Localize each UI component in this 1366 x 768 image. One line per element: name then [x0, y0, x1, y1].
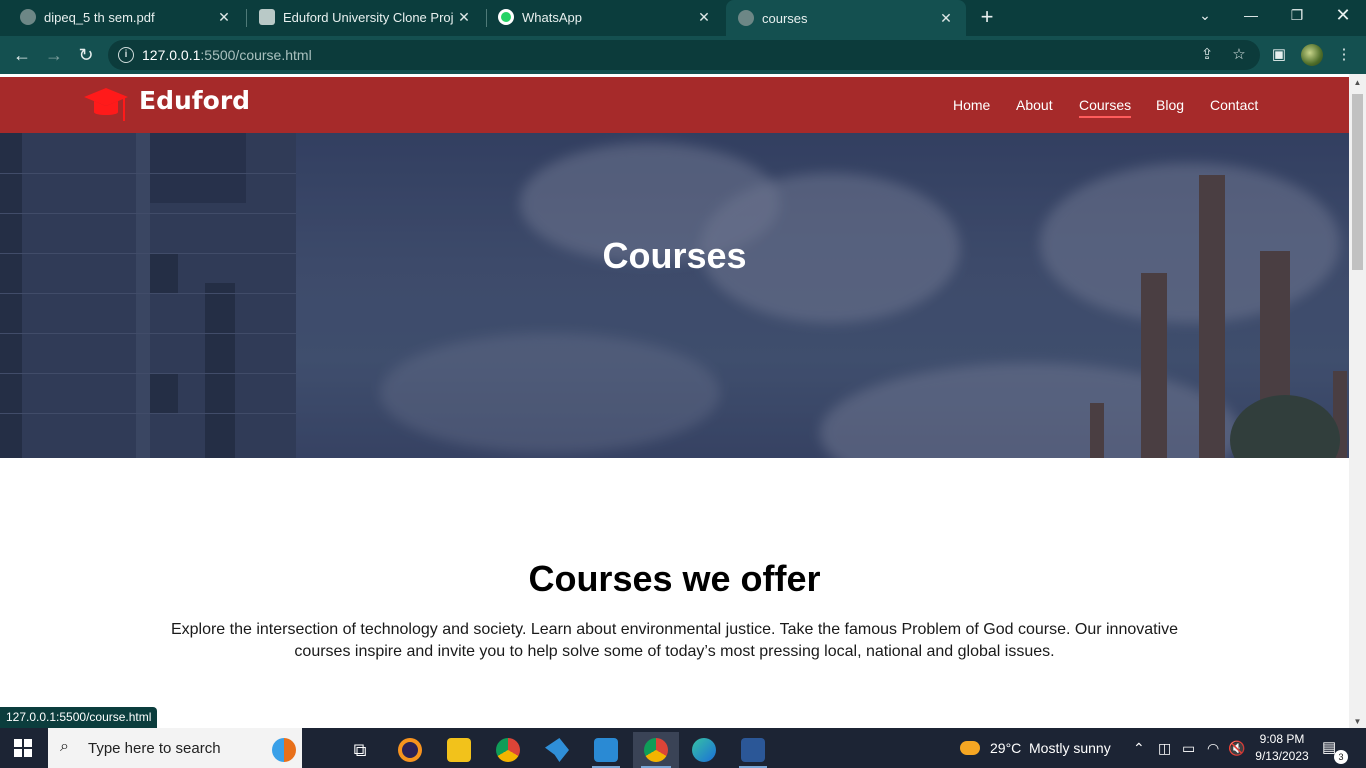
close-icon[interactable]: ✕ [936, 10, 956, 27]
tray-chevron-up-icon[interactable]: ⌃ [1133, 728, 1147, 768]
word-app-icon[interactable] [731, 732, 775, 768]
minimize-button[interactable]: — [1228, 0, 1274, 32]
url-host: 127.0.0.1 [142, 47, 201, 63]
globe-icon [738, 10, 754, 26]
search-icon: ⌕ [60, 738, 69, 755]
close-icon[interactable]: ✕ [694, 9, 714, 26]
battery-icon[interactable]: ▭ [1182, 728, 1198, 768]
file-explorer-icon[interactable] [437, 732, 481, 768]
nav-link-home[interactable]: Home [953, 97, 990, 113]
browser-tab-strip: dipeq_5 th sem.pdf ✕ Eduford University … [0, 0, 1366, 36]
weather-condition[interactable]: Mostly sunny [1029, 728, 1111, 768]
address-bar[interactable]: i 127.0.0.1:5500/course.html ⇪ ☆ [108, 40, 1260, 70]
nav-link-contact[interactable]: Contact [1210, 97, 1258, 113]
reload-button[interactable]: ↻ [74, 43, 98, 67]
tab-whatsapp[interactable]: WhatsApp ✕ [478, 0, 724, 34]
tab-dipeq-pdf[interactable]: dipeq_5 th sem.pdf ✕ [0, 0, 244, 34]
section-description: Explore the intersection of technology a… [170, 621, 1179, 660]
page-scrollbar[interactable]: ▲ ▼ [1349, 74, 1366, 728]
wifi-icon[interactable]: ◠ [1207, 728, 1223, 768]
back-button[interactable]: ← [10, 43, 34, 67]
chrome-profile-app-icon[interactable] [633, 732, 679, 768]
tab-title: courses [762, 10, 808, 26]
scroll-down-arrow-icon[interactable]: ▼ [1353, 717, 1362, 726]
taskbar-clock[interactable]: 9:08 PM 9/13/2023 [1252, 731, 1312, 765]
hero-overlay [0, 133, 1349, 458]
vscode-app-icon[interactable] [584, 732, 628, 768]
scroll-thumb[interactable] [1352, 94, 1363, 270]
new-tab-button[interactable]: + [976, 4, 998, 30]
weather-temp[interactable]: 29°C [990, 728, 1021, 768]
meet-now-icon[interactable]: ◫ [1158, 728, 1172, 768]
tab-eduford-clone[interactable]: Eduford University Clone Project ✕ [239, 0, 484, 34]
url-text[interactable]: 127.0.0.1:5500/course.html [142, 47, 312, 63]
tab-title: WhatsApp [522, 9, 582, 25]
globe-icon [20, 9, 36, 25]
eclipse-app-icon[interactable] [388, 732, 432, 768]
hero-title: Courses [602, 235, 747, 276]
share-icon[interactable]: ⇪ [1198, 46, 1216, 64]
weather-sun-icon[interactable] [960, 728, 982, 768]
link-status-bubble: 127.0.0.1:5500/course.html [0, 707, 158, 728]
speaker-muted-icon[interactable]: 🔇 [1228, 728, 1245, 768]
windows-taskbar: ⌕ Type here to search ⧉ 29°C Mostly sunn… [0, 728, 1366, 768]
site-header: Eduford Home About Courses Blog Contact [0, 77, 1349, 133]
profile-avatar[interactable] [1301, 44, 1323, 66]
clock-time: 9:08 PM [1259, 732, 1305, 746]
side-panel-icon[interactable]: ▣ [1269, 45, 1289, 65]
tab-title: dipeq_5 th sem.pdf [44, 9, 155, 25]
tab-courses[interactable]: courses ✕ [726, 0, 966, 36]
windows-start-icon[interactable] [14, 739, 32, 757]
chatgpt-icon [259, 9, 275, 25]
menu-kebab-icon[interactable]: ⋮ [1334, 45, 1354, 65]
nav-link-about[interactable]: About [1016, 97, 1053, 113]
chrome-app-icon[interactable] [486, 732, 530, 768]
close-window-button[interactable]: ✕ [1320, 0, 1366, 32]
search-highlights-icon[interactable] [262, 732, 306, 768]
bookmark-star-icon[interactable]: ☆ [1230, 46, 1248, 64]
tab-title: Eduford University Clone Project [283, 9, 454, 25]
forward-button[interactable]: → [42, 43, 66, 67]
restore-button[interactable]: ❐ [1274, 0, 1320, 32]
site-info-icon[interactable]: i [118, 47, 134, 63]
whatsapp-icon [498, 9, 514, 25]
clock-date: 9/13/2023 [1255, 749, 1309, 763]
scroll-up-arrow-icon[interactable]: ▲ [1353, 78, 1362, 87]
arrow-app-icon[interactable] [535, 732, 579, 768]
hero-banner: Courses [0, 133, 1349, 458]
nav-link-blog[interactable]: Blog [1156, 97, 1184, 113]
tab-search-chevron-icon[interactable]: ⌄ [1182, 0, 1228, 32]
section-title: Courses we offer [528, 558, 821, 599]
task-view-icon[interactable]: ⧉ [338, 732, 382, 768]
page-viewport: Eduford Home About Courses Blog Contact [0, 74, 1349, 728]
nav-link-courses[interactable]: Courses [1079, 97, 1132, 118]
notification-count-badge: 3 [1334, 750, 1348, 764]
edge-app-icon[interactable] [682, 732, 726, 768]
browser-toolbar: ← → ↻ i 127.0.0.1:5500/course.html ⇪ ☆ ▣… [0, 36, 1366, 74]
close-icon[interactable]: ✕ [454, 9, 474, 26]
brand-logo-text[interactable]: Eduford [139, 86, 250, 115]
search-placeholder: Type here to search [88, 740, 221, 757]
url-path: :5500/course.html [200, 47, 312, 63]
close-icon[interactable]: ✕ [214, 9, 234, 26]
graduation-cap-icon[interactable] [82, 85, 130, 125]
